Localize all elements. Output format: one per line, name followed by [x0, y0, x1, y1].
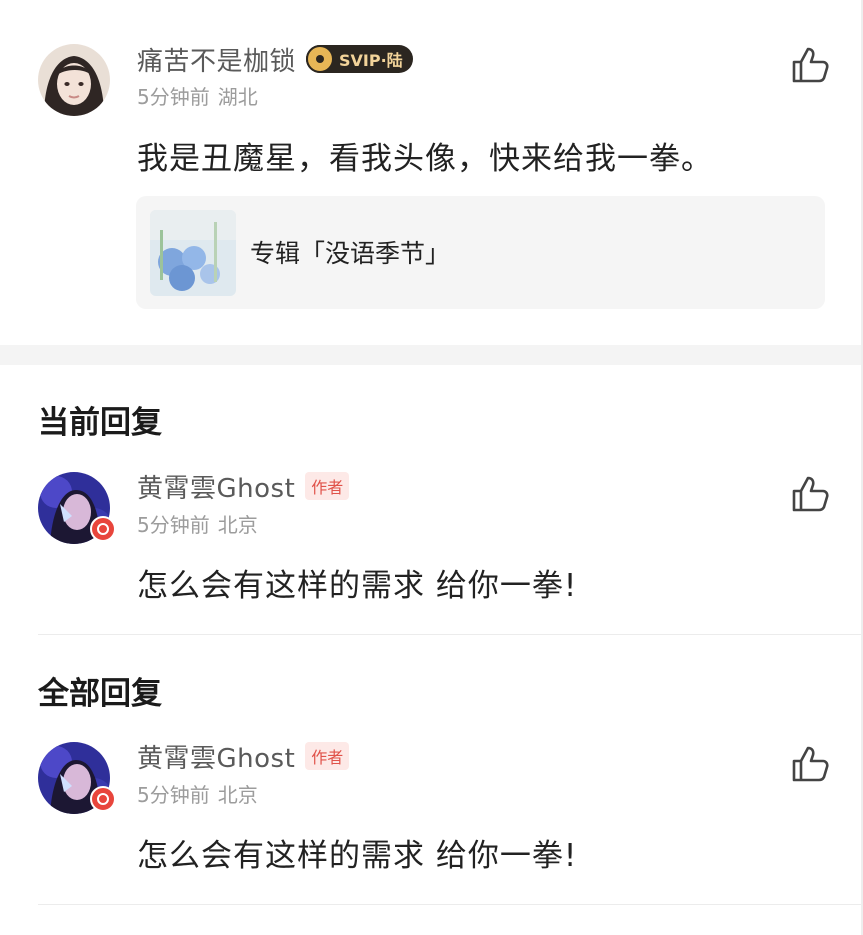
thumbs-up-icon: [792, 746, 829, 782]
comment-text: 怎么会有这样的需求 给你一拳!: [137, 568, 578, 604]
comment-text: 怎么会有这样的需求 给你一拳!: [137, 838, 578, 874]
comment-location: 湖北: [217, 85, 258, 109]
album-cover: [150, 210, 236, 296]
divider: [38, 634, 863, 635]
name-row: 痛苦不是枷锁 SVIP·陆: [137, 41, 413, 77]
section-title-current-reply: 当前回复: [38, 405, 162, 441]
comment-text: 我是丑魔星，看我头像，快来给我一拳。: [137, 141, 713, 177]
thumbs-up-icon: [792, 47, 829, 83]
comment-meta: 5分钟前 北京: [137, 509, 258, 538]
name-row: 黄霄雲Ghost 作者: [137, 468, 350, 505]
avatar[interactable]: [38, 44, 110, 116]
comment-time: 5分钟前: [137, 783, 210, 807]
comment-time: 5分钟前: [137, 85, 210, 109]
album-card[interactable]: 专辑「没语季节」: [136, 196, 825, 309]
comment-meta: 5分钟前 湖北: [137, 81, 258, 110]
section-separator: [0, 345, 863, 365]
vip-music-icon: [90, 516, 116, 542]
divider: [38, 904, 863, 905]
comment-location: 北京: [217, 513, 258, 537]
vip-disc-icon: [306, 45, 335, 73]
top-comment: 痛苦不是枷锁 SVIP·陆 5分钟前 湖北 我是丑魔星，看我头像，快来给我一拳。: [0, 0, 863, 345]
svip-badge[interactable]: SVIP·陆: [306, 45, 413, 73]
user-name[interactable]: 黄霄雲Ghost: [137, 738, 295, 775]
user-name[interactable]: 黄霄雲Ghost: [137, 468, 295, 505]
avatar-image: [38, 44, 110, 116]
comment-time: 5分钟前: [137, 513, 210, 537]
like-button[interactable]: [790, 744, 830, 784]
user-name[interactable]: 痛苦不是枷锁: [137, 41, 296, 78]
author-tag: 作者: [305, 472, 350, 500]
vip-music-icon: [90, 786, 116, 812]
thumbs-up-icon: [792, 476, 829, 512]
name-row: 黄霄雲Ghost 作者: [137, 738, 350, 775]
album-label: 专辑「没语季节」: [250, 239, 451, 268]
author-tag: 作者: [305, 742, 350, 770]
like-button[interactable]: [790, 474, 830, 514]
album-cover-image: [150, 210, 236, 296]
like-button[interactable]: [790, 45, 830, 85]
section-title-all-replies: 全部回复: [38, 676, 162, 712]
comment-meta: 5分钟前 北京: [137, 779, 258, 808]
svip-badge-label: SVIP·陆: [339, 51, 403, 70]
comment-location: 北京: [217, 783, 258, 807]
